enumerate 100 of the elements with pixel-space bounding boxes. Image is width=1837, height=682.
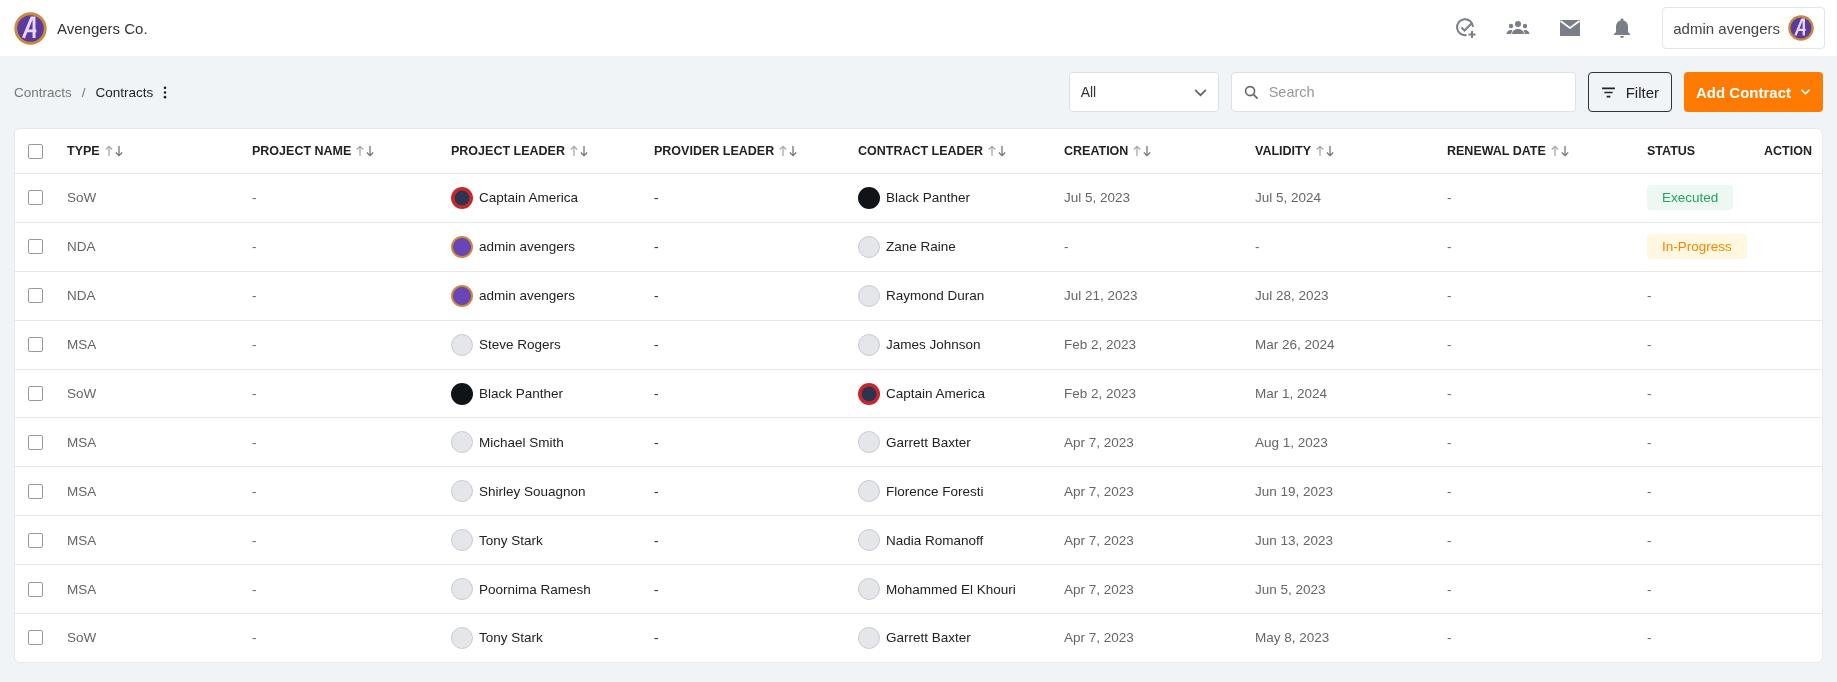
- sort-icon[interactable]: [568, 145, 589, 157]
- creation-date-cell: Apr 7, 2023: [1064, 630, 1134, 646]
- project-name-cell: -: [252, 288, 257, 304]
- provider-leader-cell: -: [654, 239, 659, 255]
- type-cell: SoW: [67, 190, 97, 206]
- row-checkbox[interactable]: [28, 288, 43, 304]
- chevron-down-icon: [1800, 88, 1811, 96]
- sort-icon[interactable]: [1132, 145, 1153, 157]
- filter-button[interactable]: Filter: [1587, 72, 1672, 112]
- breadcrumb-current: Contracts: [95, 84, 154, 100]
- status-text: -: [1647, 337, 1652, 353]
- row-checkbox[interactable]: [28, 337, 43, 353]
- provider-leader-cell: -: [654, 190, 659, 206]
- type-cell: MSA: [67, 581, 97, 597]
- renewal-date-cell: -: [1447, 239, 1452, 255]
- user-avatar-icon: [1788, 15, 1814, 41]
- column-header: PROJECT NAME: [252, 144, 352, 158]
- more-icon[interactable]: [163, 85, 168, 99]
- row-checkbox[interactable]: [28, 630, 43, 646]
- status-text: -: [1647, 434, 1652, 450]
- column-header: CONTRACT LEADER: [858, 144, 983, 158]
- project-leader-cell: admin avengers: [479, 239, 576, 255]
- logo-icon: [14, 11, 47, 45]
- sort-icon[interactable]: [1315, 145, 1336, 157]
- status-text: -: [1647, 288, 1652, 304]
- project-name-cell: -: [252, 386, 257, 401]
- contract-leader-cell: Nadia Romanoff: [886, 532, 984, 548]
- creation-date-cell: Apr 7, 2023: [1064, 581, 1134, 597]
- search-field[interactable]: Search: [1230, 72, 1576, 112]
- sort-icon[interactable]: [987, 145, 1007, 157]
- renewal-date-cell: -: [1447, 288, 1452, 304]
- status-text: -: [1647, 386, 1652, 401]
- project-leader-cell: Black Panther: [479, 386, 564, 401]
- chevron-down-icon: [1193, 87, 1207, 97]
- renewal-date-cell: -: [1447, 483, 1452, 499]
- renewal-date-cell: -: [1447, 630, 1452, 646]
- contract-leader-cell: James Johnson: [886, 337, 981, 353]
- provider-leader-cell: -: [654, 581, 659, 597]
- project-name-cell: -: [252, 532, 257, 548]
- row-checkbox[interactable]: [28, 483, 43, 499]
- row-checkbox[interactable]: [28, 532, 43, 548]
- project-leader-cell: Michael Smith: [479, 434, 564, 450]
- breadcrumb-separator: /: [81, 84, 86, 100]
- creation-date-cell: Apr 7, 2023: [1064, 434, 1134, 450]
- search-icon: [1243, 84, 1259, 100]
- column-header: STATUS: [1647, 144, 1696, 158]
- type-select[interactable]: All: [1068, 72, 1219, 112]
- status-text: -: [1647, 483, 1652, 499]
- status-text: -: [1647, 532, 1652, 548]
- validity-date-cell: Jul 5, 2024: [1255, 190, 1322, 206]
- row-checkbox[interactable]: [28, 386, 43, 401]
- sort-icon[interactable]: [778, 145, 799, 157]
- row-checkbox[interactable]: [28, 581, 43, 597]
- type-cell: SoW: [67, 386, 97, 401]
- check-circle-plus-icon[interactable]: [1454, 16, 1479, 40]
- row-checkbox[interactable]: [28, 434, 43, 450]
- validity-date-cell: Jun 19, 2023: [1255, 483, 1334, 499]
- row-checkbox[interactable]: [28, 239, 43, 255]
- status-badge: In-Progress: [1647, 234, 1747, 260]
- type-cell: MSA: [67, 532, 97, 548]
- type-cell: SoW: [67, 630, 97, 646]
- sort-icon[interactable]: [355, 145, 376, 157]
- renewal-date-cell: -: [1447, 581, 1452, 597]
- breadcrumb-link[interactable]: Contracts: [14, 84, 72, 100]
- project-leader-cell: Shirley Souagnon: [479, 483, 586, 499]
- sort-icon[interactable]: [103, 145, 124, 157]
- project-leader-cell: Tony Stark: [479, 532, 543, 548]
- search-input[interactable]: Search: [1268, 74, 1563, 110]
- column-header: RENEWAL DATE: [1447, 144, 1546, 158]
- project-leader-cell: Tony Stark: [479, 630, 543, 646]
- contract-leader-cell: Black Panther: [886, 190, 971, 206]
- validity-date-cell: Mar 1, 2024: [1255, 386, 1328, 401]
- validity-date-cell: May 8, 2023: [1255, 630, 1330, 646]
- creation-date-cell: Feb 2, 2023: [1064, 386, 1137, 401]
- project-leader-cell: Captain America: [479, 190, 579, 206]
- contract-leader-cell: Garrett Baxter: [886, 434, 971, 450]
- contract-leader-cell: Garrett Baxter: [886, 630, 971, 646]
- type-cell: NDA: [67, 288, 96, 304]
- filter-icon: [1600, 86, 1616, 98]
- creation-date-cell: Jul 21, 2023: [1064, 288, 1138, 304]
- project-leader-cell: Poornima Ramesh: [479, 581, 591, 597]
- validity-date-cell: -: [1255, 239, 1260, 255]
- project-name-cell: -: [252, 483, 257, 499]
- provider-leader-cell: -: [654, 532, 659, 548]
- status-badge: Executed: [1647, 185, 1734, 211]
- renewal-date-cell: -: [1447, 532, 1452, 548]
- row-checkbox[interactable]: [28, 190, 43, 206]
- column-header: VALIDITY: [1255, 144, 1312, 158]
- type-cell: NDA: [67, 239, 96, 255]
- type-cell: MSA: [67, 337, 97, 353]
- select-all-checkbox[interactable]: [28, 143, 43, 159]
- provider-leader-cell: -: [654, 386, 659, 401]
- project-name-cell: -: [252, 581, 257, 597]
- sort-icon[interactable]: [1549, 145, 1570, 157]
- user-menu-button[interactable]: admin avengers: [1662, 7, 1825, 49]
- renewal-date-cell: -: [1447, 337, 1452, 353]
- status-text: -: [1647, 581, 1652, 597]
- contract-leader-cell: Captain America: [886, 386, 986, 401]
- project-leader-cell: admin avengers: [479, 288, 576, 304]
- creation-date-cell: Apr 7, 2023: [1064, 483, 1134, 499]
